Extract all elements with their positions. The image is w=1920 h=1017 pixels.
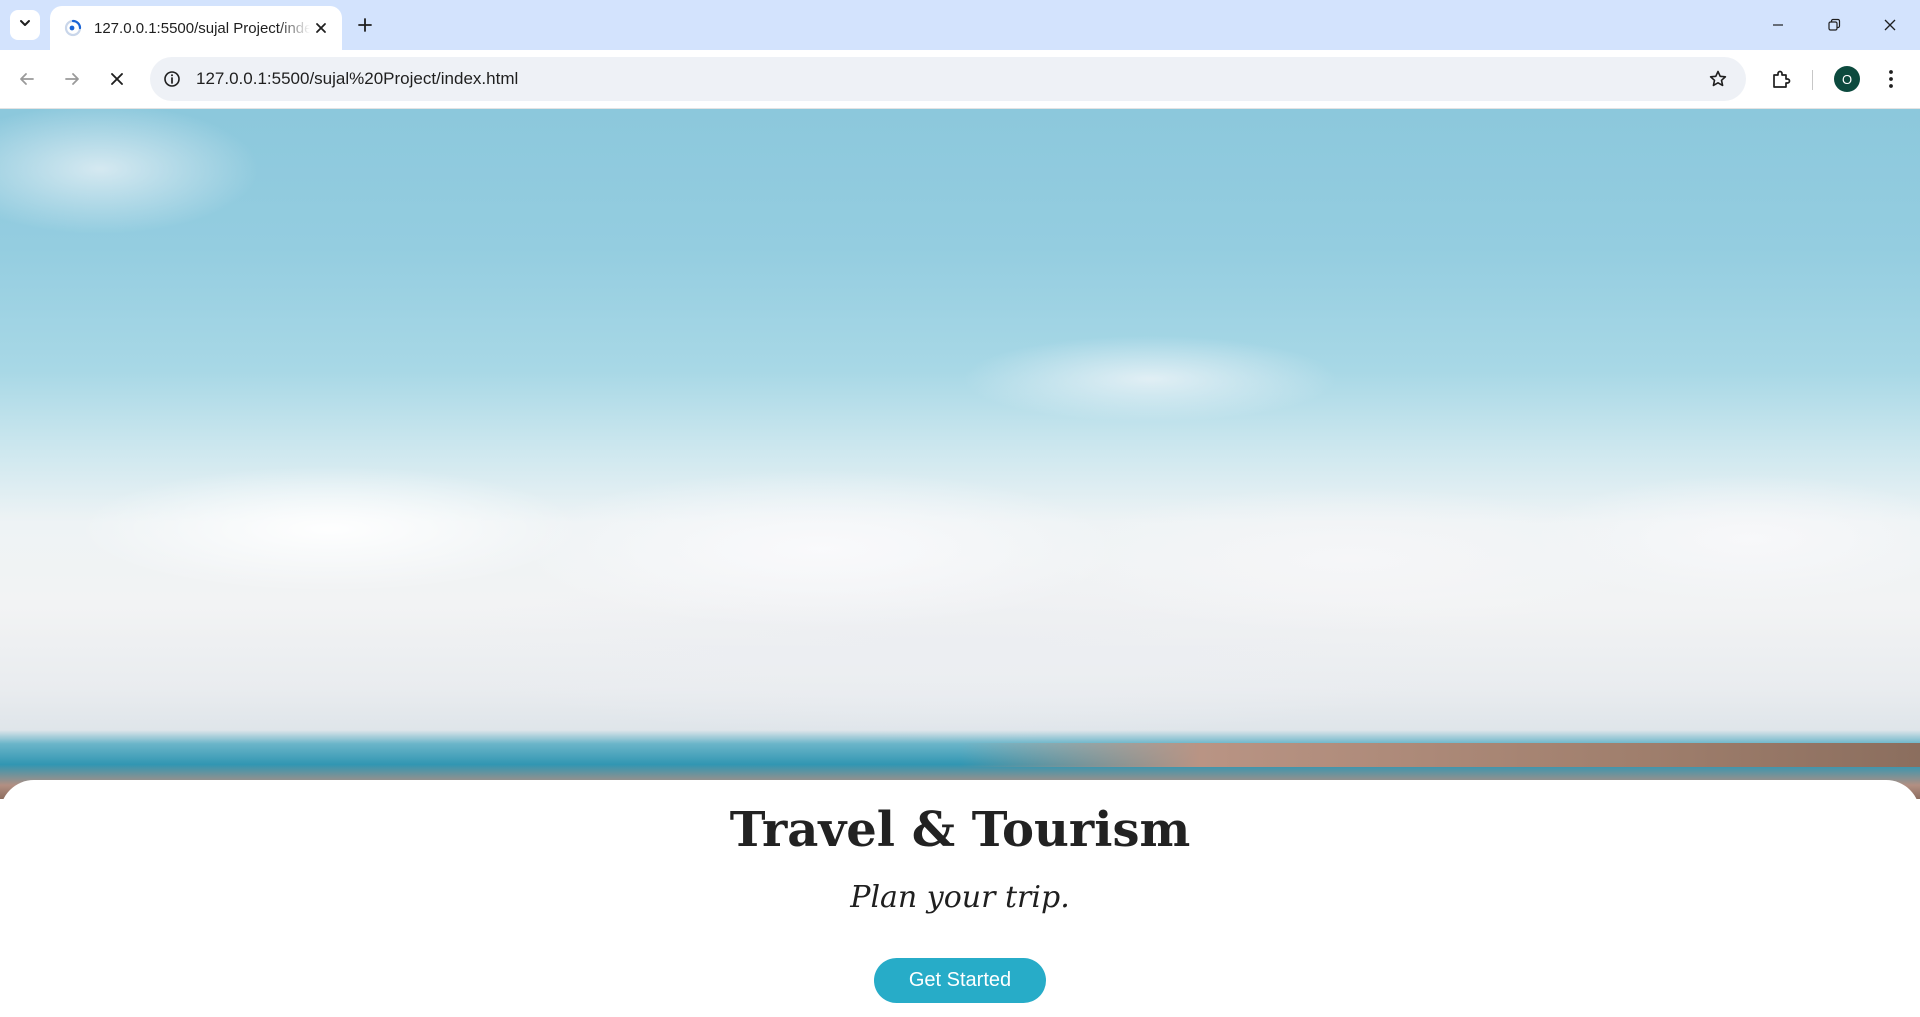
hero-background-image: [0, 109, 1920, 799]
tab-search-button[interactable]: [10, 10, 40, 40]
close-icon: [111, 73, 123, 85]
close-window-button[interactable]: [1862, 0, 1918, 50]
forward-button[interactable]: [55, 62, 89, 96]
hero-content-card: Travel & Tourism Plan your trip. Get Sta…: [0, 780, 1920, 1017]
back-button[interactable]: [10, 62, 44, 96]
info-icon: [164, 71, 180, 87]
minimize-icon: [1773, 24, 1783, 26]
hero-beach-strip: [960, 743, 1920, 767]
tab-title: 127.0.0.1:5500/sujal Project/index.html: [94, 19, 310, 37]
browser-menu-button[interactable]: [1876, 62, 1906, 96]
plus-icon: [358, 18, 372, 32]
site-info-button[interactable]: [150, 57, 194, 101]
browser-toolbar: 127.0.0.1:5500/sujal%20Project/index.htm…: [0, 50, 1920, 109]
star-icon: [1709, 70, 1727, 87]
restore-button[interactable]: [1806, 0, 1862, 50]
puzzle-icon: [1773, 70, 1791, 88]
url-text[interactable]: 127.0.0.1:5500/sujal%20Project/index.htm…: [194, 69, 1696, 89]
kebab-menu-icon: [1889, 70, 1893, 88]
tab-close-button[interactable]: [310, 17, 332, 39]
active-tab[interactable]: 127.0.0.1:5500/sujal Project/index.html: [50, 6, 342, 50]
arrow-left-icon: [20, 73, 34, 85]
page-viewport: Travel & Tourism Plan your trip. Get Sta…: [0, 109, 1920, 1017]
arrow-right-icon: [65, 73, 79, 85]
close-icon: [316, 23, 326, 33]
stop-loading-button[interactable]: [100, 62, 134, 96]
page-subtitle: Plan your trip.: [850, 880, 1070, 915]
close-icon: [1884, 19, 1896, 31]
toolbar-divider: [1812, 70, 1813, 90]
extensions-button[interactable]: [1764, 62, 1798, 96]
profile-avatar[interactable]: O: [1834, 66, 1860, 92]
new-tab-button[interactable]: [350, 10, 380, 40]
minimize-button[interactable]: [1750, 0, 1806, 50]
page-title: Travel & Tourism: [729, 802, 1191, 858]
loading-spinner-icon: [64, 19, 82, 37]
get-started-button[interactable]: Get Started: [874, 958, 1046, 1003]
restore-icon: [1828, 18, 1841, 31]
bookmark-button[interactable]: [1696, 57, 1740, 101]
address-bar[interactable]: 127.0.0.1:5500/sujal%20Project/index.htm…: [150, 57, 1746, 101]
tab-strip: 127.0.0.1:5500/sujal Project/index.html: [0, 0, 1920, 50]
chevron-down-icon: [18, 16, 32, 35]
